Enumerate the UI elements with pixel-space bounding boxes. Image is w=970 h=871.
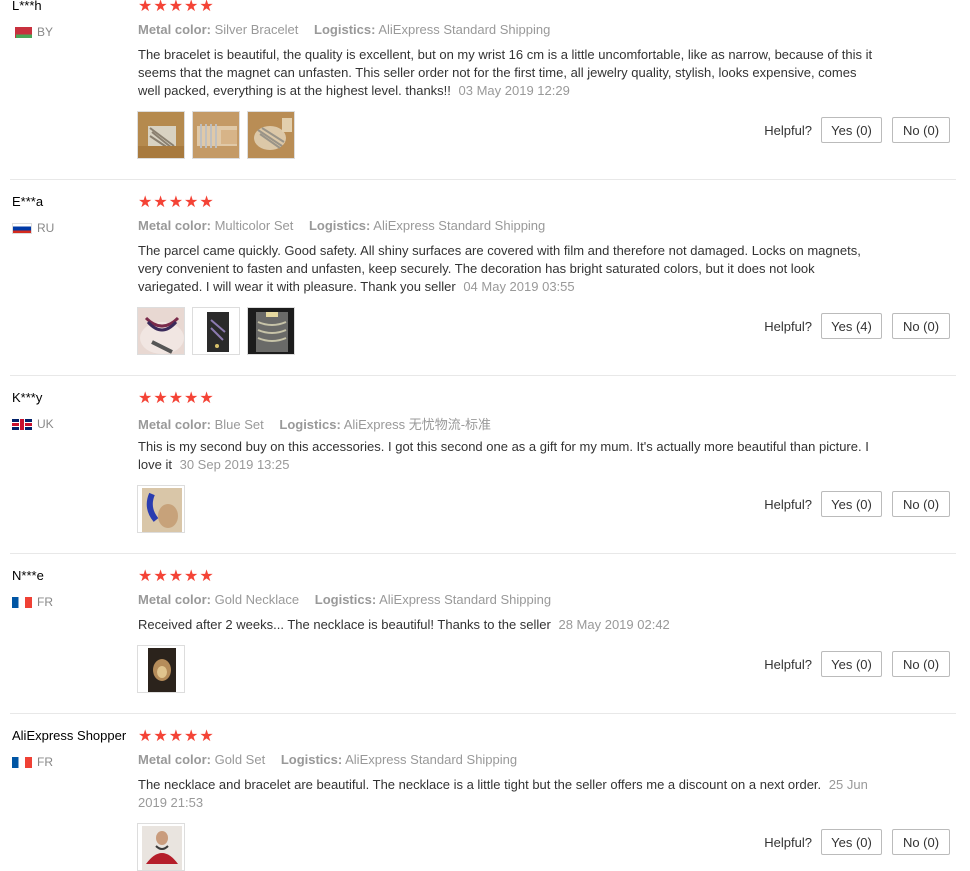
- logistics-value: AliExpress Standard Shipping: [378, 22, 551, 37]
- reviewer-name: N***e: [12, 568, 44, 583]
- review-text: The necklace and bracelet are beautiful.…: [138, 776, 873, 812]
- review-photos: [137, 307, 295, 355]
- star-rating: ★★★★★: [138, 0, 215, 15]
- helpful-yes-button[interactable]: Yes (0): [821, 829, 882, 855]
- metal-color-value: Gold Set: [214, 752, 266, 767]
- review-text: The bracelet is beautiful, the quality i…: [138, 46, 873, 100]
- country-code: UK: [37, 417, 54, 431]
- review-attributes: Metal color: Blue Set Logistics: AliExpr…: [138, 414, 491, 433]
- logistics-label: Logistics:: [279, 417, 341, 432]
- logistics-label: Logistics:: [314, 592, 377, 607]
- reviewer-country: BY: [12, 25, 53, 39]
- metal-color-value: Multicolor Set: [214, 218, 294, 233]
- reviewer-name: L***h: [12, 0, 42, 13]
- helpful-yes-button[interactable]: Yes (4): [821, 313, 882, 339]
- helpful-no-button[interactable]: No (0): [892, 651, 950, 677]
- star-rating: ★★★★★: [138, 728, 215, 745]
- helpful-yes-button[interactable]: Yes (0): [821, 491, 882, 517]
- review-divider: [10, 179, 956, 180]
- review-photos: [137, 823, 185, 871]
- belarus-flag-icon: [12, 26, 32, 38]
- review-photos: [137, 485, 185, 533]
- review-text: This is my second buy on this accessorie…: [138, 438, 873, 474]
- reviewer-name: K***y: [12, 390, 43, 405]
- helpful-yes-button[interactable]: Yes (0): [821, 651, 882, 677]
- reviewer-name: E***a: [12, 194, 44, 209]
- review-attributes: Metal color: Silver Bracelet Logistics: …: [138, 22, 550, 37]
- review-body: Received after 2 weeks... The necklace i…: [138, 617, 551, 632]
- review-photo[interactable]: [192, 307, 240, 355]
- review-photo[interactable]: [192, 111, 240, 159]
- helpful-no-button[interactable]: No (0): [892, 313, 950, 339]
- review-photo[interactable]: [137, 823, 185, 871]
- star-rating: ★★★★★: [138, 194, 215, 211]
- helpful-label: Helpful?: [764, 497, 812, 512]
- metal-color-label: Metal color:: [138, 218, 211, 233]
- review-date: 03 May 2019 12:29: [458, 83, 570, 98]
- review-photo[interactable]: [137, 111, 185, 159]
- country-code: BY: [37, 25, 54, 39]
- review-date: 04 May 2019 03:55: [463, 279, 575, 294]
- review-text: The parcel came quickly. Good safety. Al…: [138, 242, 873, 296]
- reviewer-country: UK: [12, 417, 54, 431]
- review-photo[interactable]: [247, 111, 295, 159]
- metal-color-label: Metal color:: [138, 592, 211, 607]
- metal-color-value: Silver Bracelet: [214, 22, 299, 37]
- country-code: RU: [37, 221, 55, 235]
- review-photo[interactable]: [247, 307, 295, 355]
- reviewer-country: RU: [12, 221, 54, 235]
- review-divider: [10, 375, 956, 376]
- review-photo[interactable]: [137, 307, 185, 355]
- metal-color-value: Gold Necklace: [214, 592, 300, 607]
- helpful-no-button[interactable]: No (0): [892, 491, 950, 517]
- review-attributes: Metal color: Gold Set Logistics: AliExpr…: [138, 752, 517, 767]
- helpful-label: Helpful?: [764, 319, 812, 334]
- review-divider: [10, 713, 956, 714]
- review-photo[interactable]: [137, 485, 185, 533]
- logistics-value: AliExpress Standard Shipping: [345, 752, 518, 767]
- review-photo[interactable]: [137, 645, 185, 693]
- review-text: Received after 2 weeks... The necklace i…: [138, 616, 873, 634]
- review-divider: [10, 553, 956, 554]
- metal-color-label: Metal color:: [138, 417, 211, 432]
- logistics-value: AliExpress Standard Shipping: [379, 592, 552, 607]
- metal-color-label: Metal color:: [138, 22, 211, 37]
- metal-color-label: Metal color:: [138, 752, 211, 767]
- france-flag-icon: [12, 756, 32, 768]
- russia-flag-icon: [12, 222, 32, 234]
- review-photos: [137, 111, 295, 159]
- reviewer-country: FR: [12, 755, 53, 769]
- country-code: FR: [37, 595, 53, 609]
- review-attributes: Metal color: Multicolor Set Logistics: A…: [138, 218, 545, 233]
- review-date: 30 Sep 2019 13:25: [179, 457, 290, 472]
- review-date: 28 May 2019 02:42: [558, 617, 670, 632]
- metal-color-value: Blue Set: [214, 417, 264, 432]
- helpful-no-button[interactable]: No (0): [892, 829, 950, 855]
- logistics-value: AliExpress 无忧物流-标准: [343, 417, 492, 432]
- reviewer-country: FR: [12, 595, 53, 609]
- helpful-yes-button[interactable]: Yes (0): [821, 117, 882, 143]
- reviewer-name: AliExpress Shopper: [12, 728, 127, 743]
- uk-flag-icon: [12, 418, 32, 430]
- helpful-label: Helpful?: [764, 123, 812, 138]
- star-rating: ★★★★★: [138, 568, 215, 585]
- review-body: The necklace and bracelet are beautiful.…: [138, 777, 822, 792]
- france-flag-icon: [12, 596, 32, 608]
- helpful-no-button[interactable]: No (0): [892, 117, 950, 143]
- logistics-label: Logistics:: [280, 752, 343, 767]
- review-attributes: Metal color: Gold Necklace Logistics: Al…: [138, 592, 551, 607]
- logistics-label: Logistics:: [308, 218, 371, 233]
- logistics-label: Logistics:: [314, 22, 376, 37]
- helpful-label: Helpful?: [764, 835, 812, 850]
- review-photos: [137, 645, 185, 693]
- helpful-label: Helpful?: [764, 657, 812, 672]
- star-rating: ★★★★★: [138, 390, 215, 407]
- country-code: FR: [37, 755, 53, 769]
- logistics-value: AliExpress Standard Shipping: [373, 218, 546, 233]
